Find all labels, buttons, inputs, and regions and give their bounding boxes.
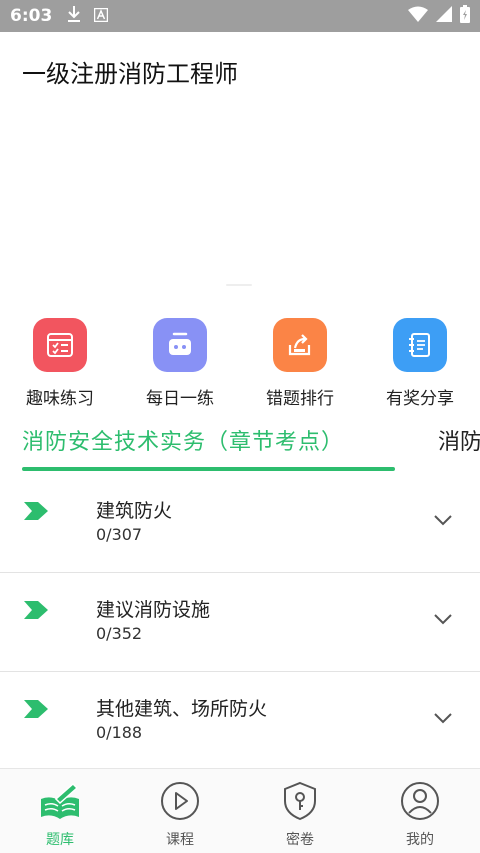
chevron-right-tag-icon bbox=[24, 502, 48, 524]
quick-action-daily-practice[interactable]: 每日一练 bbox=[120, 318, 240, 410]
quick-action-share-reward[interactable]: 有奖分享 bbox=[360, 318, 480, 410]
chapter-name: 其他建筑、场所防火 bbox=[96, 698, 268, 720]
banner-carousel[interactable] bbox=[0, 108, 480, 308]
chevron-down-icon[interactable] bbox=[433, 610, 453, 629]
export-icon bbox=[273, 318, 327, 372]
nav-courses[interactable]: 课程 bbox=[120, 769, 240, 853]
notebook-icon bbox=[393, 318, 447, 372]
wifi-icon bbox=[408, 6, 428, 26]
quick-action-label: 有奖分享 bbox=[386, 389, 454, 409]
nav-label: 密卷 bbox=[286, 832, 314, 848]
tab-technical-practice[interactable]: 消防安全技术实务（章节考点） bbox=[22, 424, 344, 456]
chevron-right-tag-icon bbox=[24, 700, 48, 722]
user-circle-icon bbox=[400, 781, 440, 825]
quick-actions: 趣味练习 每日一练 错题排行 有奖分享 bbox=[0, 318, 480, 410]
chapter-row[interactable]: 其他建筑、场所防火 0/188 bbox=[0, 672, 480, 771]
chapter-row[interactable]: 建议消防设施 0/352 bbox=[0, 573, 480, 672]
chapter-row[interactable]: 建筑防火 0/307 bbox=[0, 474, 480, 573]
app-bar: 一级注册消防工程师 bbox=[0, 32, 480, 108]
chapter-progress: 0/188 bbox=[96, 723, 143, 742]
battery-icon bbox=[460, 5, 470, 27]
quick-action-wrong-ranking[interactable]: 错题排行 bbox=[240, 318, 360, 410]
nav-secret-papers[interactable]: 密卷 bbox=[240, 769, 360, 853]
quick-action-fun-practice[interactable]: 趣味练习 bbox=[0, 318, 120, 410]
nav-question-bank[interactable]: 题库 bbox=[0, 769, 120, 853]
tab-indicator bbox=[22, 467, 395, 471]
a-icon bbox=[94, 7, 109, 26]
robot-icon bbox=[153, 318, 207, 372]
chevron-down-icon[interactable] bbox=[433, 511, 453, 530]
status-bar: 6:03 bbox=[0, 0, 480, 32]
checklist-icon bbox=[33, 318, 87, 372]
quick-action-label: 趣味练习 bbox=[26, 389, 94, 409]
download-icon bbox=[66, 5, 82, 27]
page-title: 一级注册消防工程师 bbox=[22, 60, 238, 88]
quick-action-label: 每日一练 bbox=[146, 389, 214, 409]
banner-indicator bbox=[226, 284, 252, 286]
shield-key-icon bbox=[280, 781, 320, 825]
bottom-nav: 题库 课程 密卷 我的 bbox=[0, 768, 480, 853]
chapter-name: 建议消防设施 bbox=[96, 599, 211, 621]
nav-label: 我的 bbox=[406, 832, 434, 848]
quick-action-label: 错题排行 bbox=[266, 389, 334, 409]
play-circle-icon bbox=[160, 781, 200, 825]
chapter-progress: 0/352 bbox=[96, 624, 143, 643]
chapter-progress: 0/307 bbox=[96, 525, 143, 544]
chapter-name: 建筑防火 bbox=[96, 500, 173, 522]
chapter-list: 建筑防火 0/307 建议消防设施 0/352 其他建筑、场所防火 0/188 bbox=[0, 474, 480, 771]
tab-next[interactable]: 消防 bbox=[438, 424, 480, 456]
nav-profile[interactable]: 我的 bbox=[360, 769, 480, 853]
signal-icon bbox=[436, 6, 452, 26]
nav-label: 题库 bbox=[46, 832, 74, 848]
chevron-down-icon[interactable] bbox=[433, 709, 453, 728]
nav-label: 课程 bbox=[166, 832, 194, 848]
subject-tabs: 消防安全技术实务（章节考点） 消防 bbox=[0, 416, 480, 474]
book-pen-icon bbox=[39, 781, 81, 825]
status-time: 6:03 bbox=[10, 6, 53, 26]
chevron-right-tag-icon bbox=[24, 601, 48, 623]
